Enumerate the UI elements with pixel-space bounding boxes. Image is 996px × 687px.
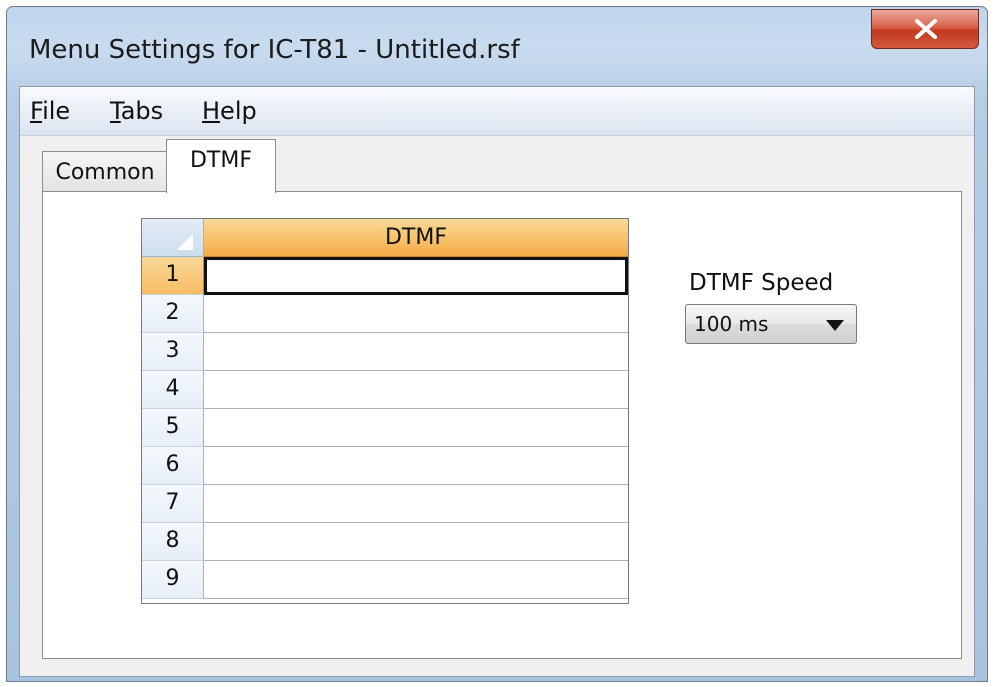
row-header[interactable]: 9 bbox=[142, 561, 204, 599]
menu-tabs[interactable]: Tabs bbox=[110, 97, 163, 125]
dtmf-tab-panel: DTMF 1 2 3 4 5 6 7 8 9 DTMF Speed 100 ms bbox=[42, 191, 962, 659]
dtmf-cell[interactable] bbox=[204, 333, 628, 371]
tab-common[interactable]: Common bbox=[42, 151, 168, 191]
column-header-dtmf[interactable]: DTMF bbox=[204, 219, 628, 257]
table-row: 9 bbox=[142, 561, 628, 599]
table-row: 7 bbox=[142, 485, 628, 523]
dtmf-cell[interactable] bbox=[204, 295, 628, 333]
dtmf-speed-label: DTMF Speed bbox=[689, 270, 834, 296]
app-window: Menu Settings for IC-T81 - Untitled.rsf … bbox=[6, 6, 988, 682]
dtmf-cell[interactable] bbox=[204, 409, 628, 447]
dtmf-cell[interactable] bbox=[204, 561, 628, 599]
tab-dtmf[interactable]: DTMF bbox=[166, 139, 276, 193]
row-header[interactable]: 6 bbox=[142, 447, 204, 485]
dtmf-grid: DTMF 1 2 3 4 5 6 7 8 9 bbox=[141, 218, 629, 604]
chevron-down-icon bbox=[826, 320, 844, 331]
row-header[interactable]: 7 bbox=[142, 485, 204, 523]
tab-strip: Common DTMF bbox=[20, 135, 974, 193]
menu-bar: File Tabs Help bbox=[20, 87, 974, 136]
tab-common-label: Common bbox=[55, 160, 155, 185]
table-row: 2 bbox=[142, 295, 628, 333]
close-button[interactable] bbox=[871, 9, 979, 49]
close-icon bbox=[915, 19, 937, 39]
dtmf-cell[interactable] bbox=[204, 257, 628, 295]
row-header[interactable]: 2 bbox=[142, 295, 204, 333]
table-row: 6 bbox=[142, 447, 628, 485]
grid-select-all[interactable] bbox=[142, 219, 204, 257]
menu-file[interactable]: File bbox=[30, 97, 70, 125]
dtmf-cell[interactable] bbox=[204, 447, 628, 485]
dtmf-speed-value: 100 ms bbox=[694, 312, 769, 336]
dtmf-cell[interactable] bbox=[204, 371, 628, 409]
menu-help[interactable]: Help bbox=[202, 97, 257, 125]
client-area: File Tabs Help Common DTMF DTMF 1 2 3 4 … bbox=[19, 86, 975, 677]
row-header[interactable]: 5 bbox=[142, 409, 204, 447]
table-row: 3 bbox=[142, 333, 628, 371]
row-header[interactable]: 1 bbox=[142, 257, 204, 295]
tab-dtmf-label: DTMF bbox=[189, 148, 252, 173]
table-row: 8 bbox=[142, 523, 628, 561]
row-header[interactable]: 4 bbox=[142, 371, 204, 409]
dtmf-speed-select[interactable]: 100 ms bbox=[685, 304, 857, 344]
window-title: Menu Settings for IC-T81 - Untitled.rsf bbox=[29, 35, 520, 65]
table-row: 5 bbox=[142, 409, 628, 447]
table-row: 1 bbox=[142, 257, 628, 295]
row-header[interactable]: 3 bbox=[142, 333, 204, 371]
table-row: 4 bbox=[142, 371, 628, 409]
select-all-corner-icon bbox=[177, 234, 193, 250]
title-bar[interactable]: Menu Settings for IC-T81 - Untitled.rsf bbox=[7, 7, 987, 85]
dtmf-cell[interactable] bbox=[204, 523, 628, 561]
dtmf-cell[interactable] bbox=[204, 485, 628, 523]
row-header[interactable]: 8 bbox=[142, 523, 204, 561]
